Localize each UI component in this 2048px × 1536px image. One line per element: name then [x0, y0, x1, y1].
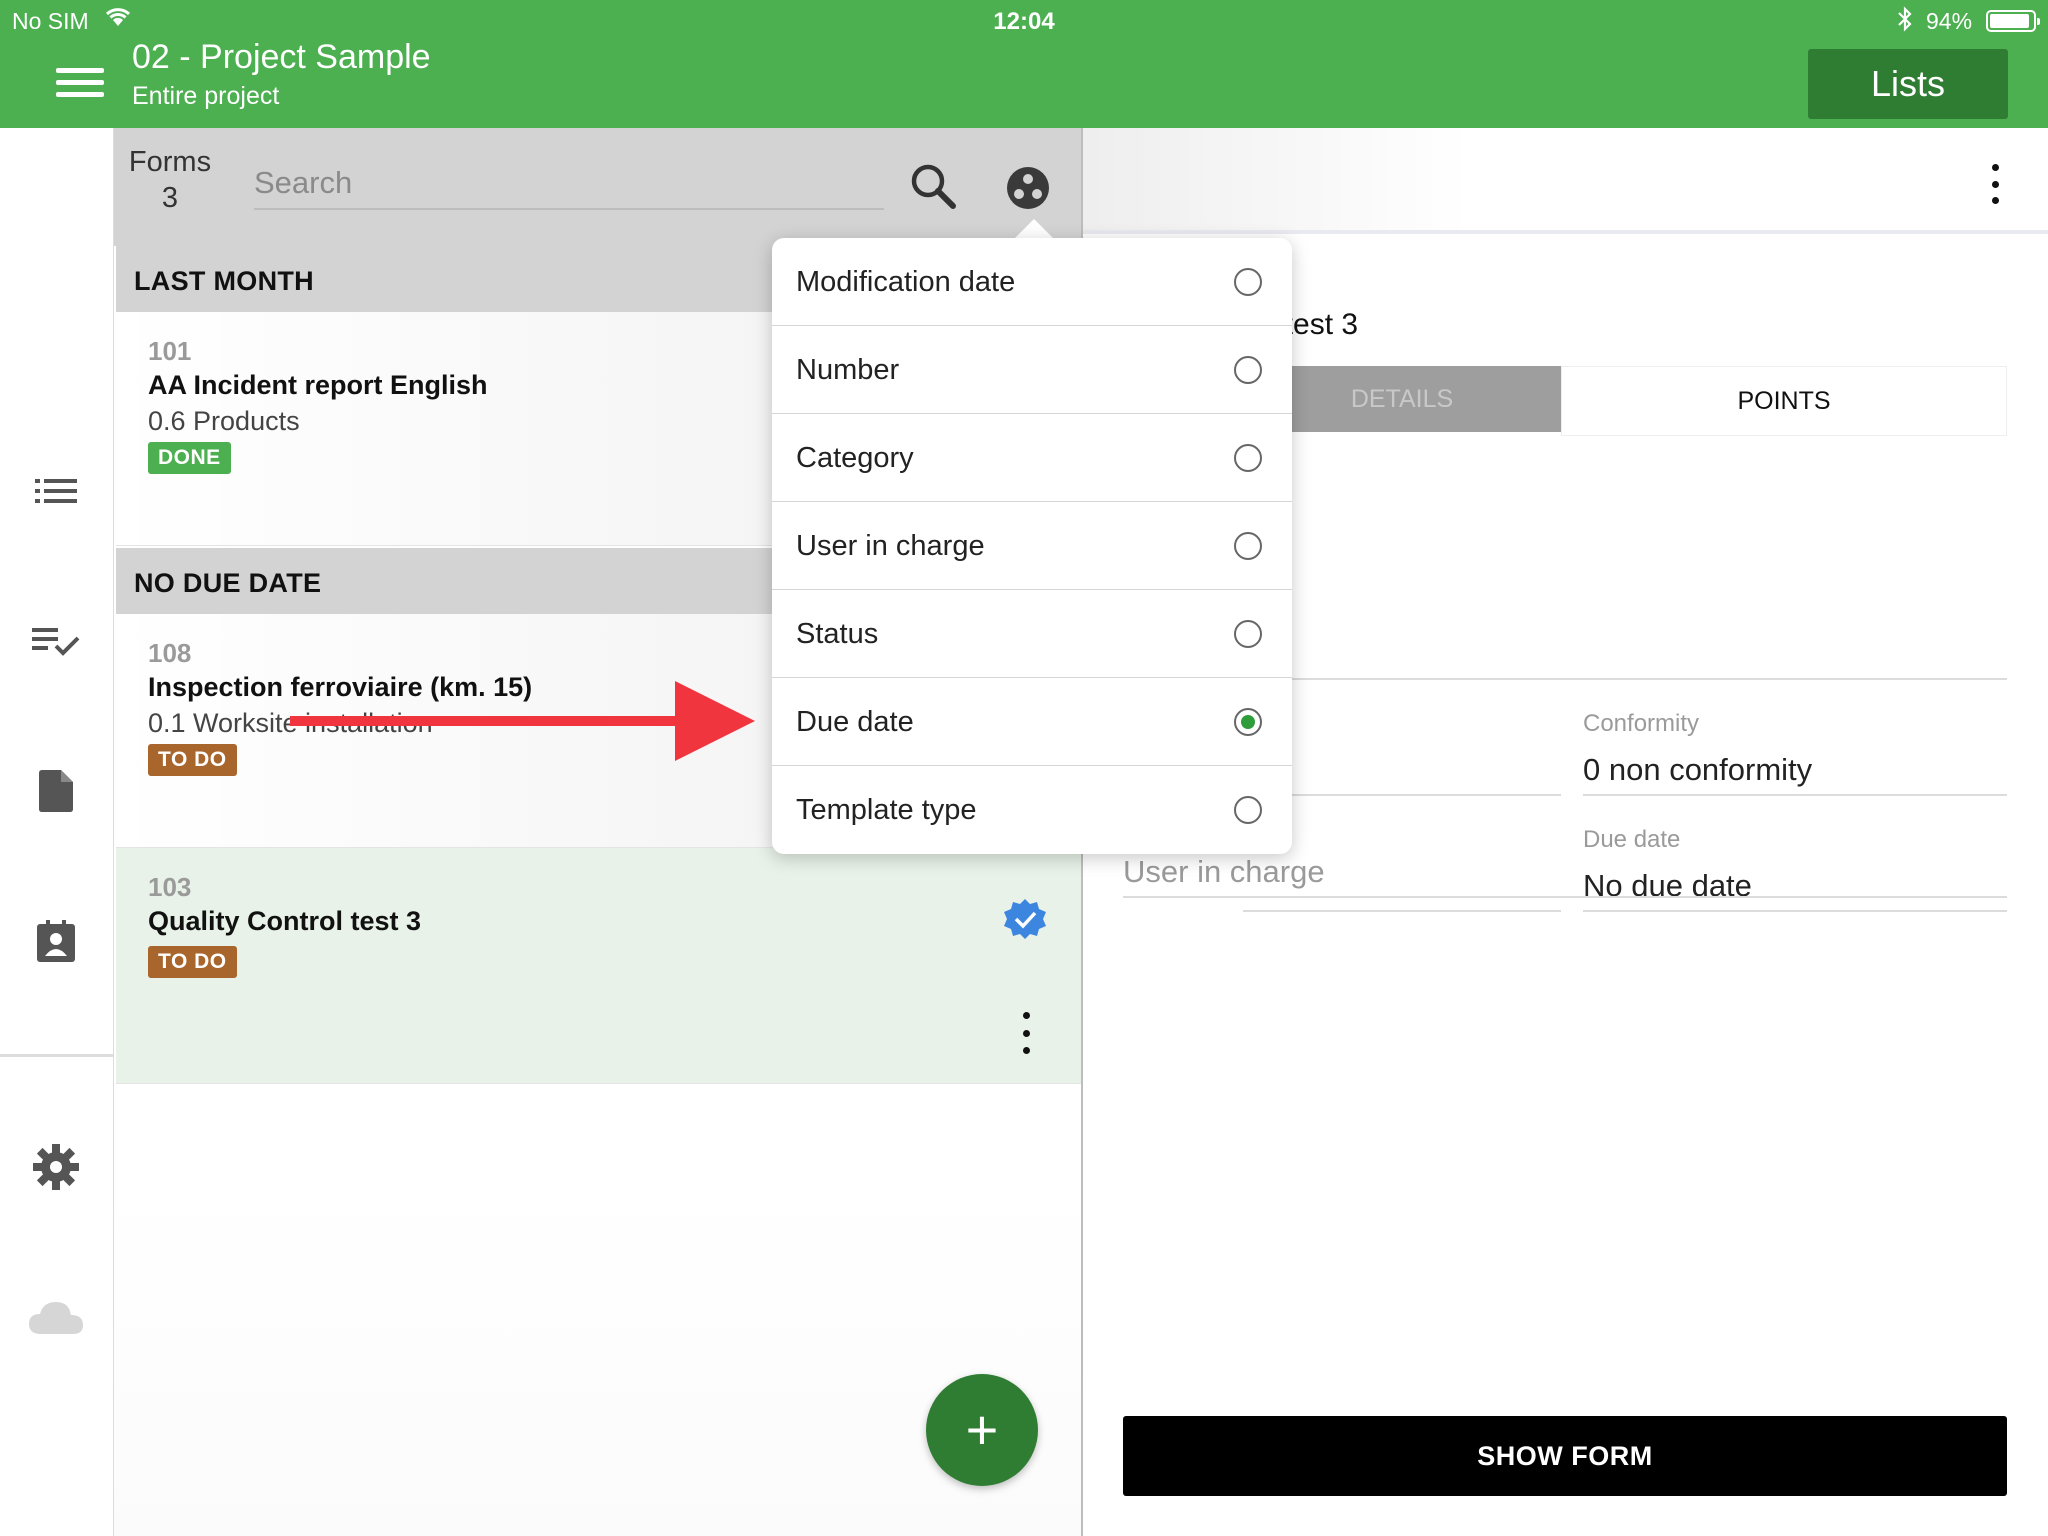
- conformity-label: Conformity: [1583, 710, 1700, 737]
- annotation-arrow: [290, 676, 760, 766]
- form-item-103[interactable]: 103 Quality Control test 3 TO DO: [116, 848, 1082, 1084]
- status-badge: DONE: [148, 442, 231, 474]
- show-form-button[interactable]: SHOW FORM: [1123, 1416, 2007, 1496]
- forms-label: Forms: [128, 146, 212, 178]
- bluetooth-icon: [1896, 6, 1914, 38]
- field-divider: [1243, 678, 2007, 680]
- radio-icon[interactable]: [1234, 532, 1262, 560]
- hamburger-menu-icon[interactable]: [46, 62, 114, 102]
- verified-badge-icon: [1002, 896, 1048, 942]
- sort-option-number[interactable]: Number: [772, 326, 1292, 414]
- item-title: AA Incident report English: [148, 370, 488, 400]
- field-divider: [1123, 896, 2007, 898]
- cloud-icon[interactable]: [0, 1282, 112, 1352]
- sort-option-label: Status: [796, 618, 879, 650]
- user-in-charge-field[interactable]: User in charge: [1123, 854, 1325, 890]
- sort-option-label: Template type: [796, 794, 977, 826]
- field-divider: [1243, 910, 1561, 912]
- sort-option-modification-date[interactable]: Modification date: [772, 238, 1292, 326]
- sort-option-due-date[interactable]: Due date: [772, 678, 1292, 766]
- battery-percent: 94%: [1926, 8, 1973, 34]
- list-icon[interactable]: [0, 456, 112, 526]
- project-scope[interactable]: Entire project: [132, 82, 279, 111]
- document-icon[interactable]: [0, 756, 112, 826]
- radio-icon[interactable]: [1234, 268, 1262, 296]
- search-input[interactable]: [254, 158, 884, 210]
- sort-option-label: Modification date: [796, 266, 1016, 298]
- list-toolbar: Forms 3: [114, 128, 1082, 246]
- checklist-icon[interactable]: [0, 606, 112, 676]
- due-date-label: Due date: [1583, 826, 1681, 853]
- sort-option-label: Due date: [796, 706, 914, 738]
- field-divider: [1583, 794, 2007, 796]
- item-more-options-icon[interactable]: [1012, 1008, 1040, 1058]
- detail-more-options-icon[interactable]: [1983, 164, 2007, 204]
- navigation-rail: [0, 128, 114, 1536]
- lists-button[interactable]: Lists: [1808, 49, 2008, 119]
- status-badge: TO DO: [148, 946, 237, 978]
- tab-points[interactable]: POINTS: [1561, 366, 2007, 436]
- battery-icon: [1986, 10, 2040, 32]
- field-divider: [1583, 910, 2007, 912]
- item-number: 101: [148, 336, 192, 366]
- settings-gear-icon[interactable]: [0, 1132, 112, 1202]
- forms-count: 3: [161, 182, 179, 214]
- sort-options-icon[interactable]: [998, 158, 1058, 218]
- sort-option-status[interactable]: Status: [772, 590, 1292, 678]
- sort-option-user-in-charge[interactable]: User in charge: [772, 502, 1292, 590]
- radio-icon[interactable]: [1234, 444, 1262, 472]
- contacts-icon[interactable]: [0, 906, 112, 976]
- sort-option-template-type[interactable]: Template type: [772, 766, 1292, 854]
- radio-selected-icon[interactable]: [1234, 708, 1262, 736]
- radio-icon[interactable]: [1234, 356, 1262, 384]
- popover-pointer: [1014, 219, 1054, 239]
- conformity-value: 0 non conformity: [1583, 752, 1813, 787]
- sort-options-popover: Modification date Number Category User i…: [772, 238, 1292, 854]
- due-date-value: No due date: [1583, 868, 1752, 903]
- item-number: 108: [148, 638, 192, 668]
- item-title: Quality Control test 3: [148, 906, 422, 936]
- radio-icon[interactable]: [1234, 620, 1262, 648]
- item-number: 103: [148, 872, 192, 902]
- sort-option-label: Number: [796, 354, 900, 386]
- radio-icon[interactable]: [1234, 796, 1262, 824]
- sort-option-label: User in charge: [796, 530, 985, 562]
- app-header: No SIM 12:04 94% 02 - Project Sample Ent…: [0, 0, 2048, 128]
- rail-divider: [0, 1054, 114, 1057]
- sort-option-label: Category: [796, 442, 914, 474]
- project-title: 02 - Project Sample: [132, 38, 431, 76]
- item-category: 0.6 Products: [148, 406, 300, 436]
- status-badge: TO DO: [148, 744, 237, 776]
- status-time: 12:04: [993, 8, 1055, 35]
- add-form-button[interactable]: +: [926, 1374, 1038, 1486]
- detail-toolbar: [1083, 128, 2048, 234]
- search-icon[interactable]: [904, 158, 964, 218]
- sort-option-category[interactable]: Category: [772, 414, 1292, 502]
